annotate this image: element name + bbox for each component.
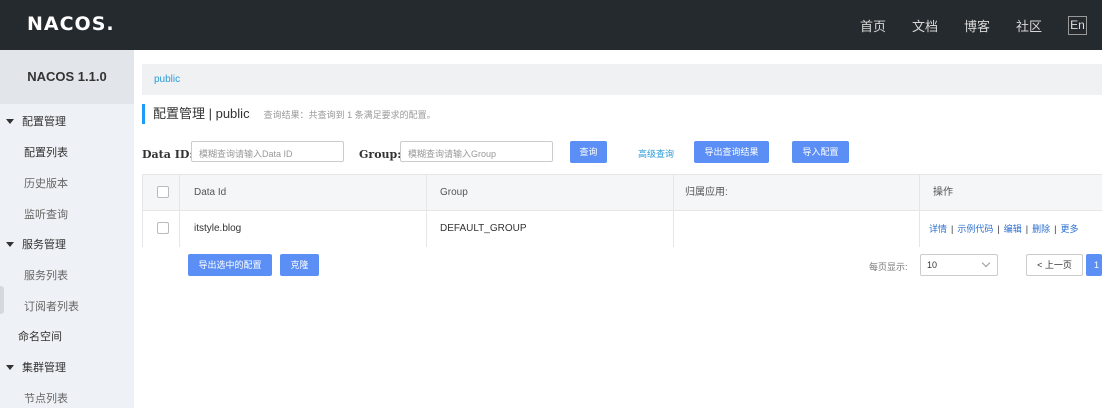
sidebar-collapse-handle[interactable] (0, 286, 4, 314)
op-detail-link[interactable]: 详情 (929, 224, 947, 234)
sidebar-item-listener-query[interactable]: 监听查询 (24, 206, 68, 222)
column-divider (426, 175, 427, 247)
prev-page-button[interactable]: < 上一页 (1026, 254, 1083, 276)
column-header-operations: 操作 (933, 187, 953, 198)
op-edit-link[interactable]: 编辑 (1004, 224, 1022, 234)
query-button[interactable]: 查询 (570, 141, 607, 163)
main-content: public 配置管理 | public 查询结果：共查询到 1 条满足要求的配置… (134, 50, 1102, 408)
advanced-query-link[interactable]: 高级查询 (638, 147, 674, 160)
sidebar-item-subscriber-list[interactable]: 订阅者列表 (24, 298, 79, 314)
sidebar-group-config[interactable]: 配置管理 (0, 113, 134, 129)
sidebar-item-node-list[interactable]: 节点列表 (24, 390, 68, 406)
row-operations: 详情 | 示例代码 | 编辑 | 删除 | 更多 (929, 224, 1079, 234)
query-result-hint: 查询结果：共查询到 1 条满足要求的配置。 (263, 110, 436, 120)
export-selected-button[interactable]: 导出选中的配置 (188, 254, 272, 276)
data-id-search-input[interactable]: 模糊查询请输入Data ID (191, 141, 344, 162)
page-title: 配置管理 | public (153, 106, 250, 121)
sidebar-group-service[interactable]: 服务管理 (0, 236, 134, 252)
op-delete-link[interactable]: 删除 (1032, 224, 1050, 234)
sidebar-item-history[interactable]: 历史版本 (24, 175, 68, 191)
column-header-data-id: Data Id (194, 187, 227, 198)
clone-button[interactable]: 克隆 (280, 254, 319, 276)
cell-group: DEFAULT_GROUP (440, 223, 527, 234)
sidebar: NACOS 1.1.0 配置管理 配置列表 历史版本 监听查询 服务管理 服务列… (0, 50, 134, 408)
column-divider (179, 175, 180, 247)
sidebar-version-title: NACOS 1.1.0 (0, 50, 134, 104)
caret-down-icon (6, 242, 14, 248)
nav-home[interactable]: 首页 (860, 16, 886, 35)
sidebar-group-cluster[interactable]: 集群管理 (0, 359, 134, 375)
import-config-button[interactable]: 导入配置 (792, 141, 849, 163)
sidebar-item-namespace[interactable]: 命名空间 (18, 328, 62, 344)
column-divider (673, 175, 674, 247)
select-all-checkbox[interactable] (157, 186, 169, 198)
page-size-label: 每页显示: (869, 262, 908, 272)
export-results-button[interactable]: 导出查询结果 (694, 141, 769, 163)
row-checkbox[interactable] (157, 222, 169, 234)
namespace-link-public[interactable]: public (154, 74, 180, 85)
sidebar-item-config-list[interactable]: 配置列表 (24, 144, 68, 160)
namespace-bar: public (142, 64, 1102, 95)
table-header: Data Id Group 归属应用: 操作 (143, 175, 1102, 211)
chevron-down-icon (981, 258, 991, 268)
table-row: itstyle.blog DEFAULT_GROUP 详情 | 示例代码 | 编辑 | 删除… (143, 211, 1102, 247)
caret-down-icon (6, 119, 14, 125)
config-table: Data Id Group 归属应用: 操作 itstyle.blog DEFA… (142, 174, 1102, 247)
op-sample-code-link[interactable]: 示例代码 (957, 224, 993, 234)
column-divider (919, 175, 920, 247)
nav-community[interactable]: 社区 (1016, 16, 1042, 35)
page-size-select[interactable]: 10 (920, 254, 998, 276)
page-number-button[interactable]: 1 (1086, 254, 1102, 276)
page-header: 配置管理 | public 查询结果：共查询到 1 条满足要求的配置。 (142, 104, 436, 124)
nav-blog[interactable]: 博客 (964, 16, 990, 35)
group-label: Group: (359, 148, 402, 161)
top-navbar: NACOS. 首页 文档 博客 社区 En (0, 0, 1102, 50)
sidebar-item-service-list[interactable]: 服务列表 (24, 267, 68, 283)
page-size-value: 10 (927, 260, 938, 270)
column-header-app: 归属应用: (685, 187, 728, 198)
sidebar-group-label: 配置管理 (22, 116, 66, 128)
op-more-link[interactable]: 更多 (1060, 224, 1078, 234)
nav-docs[interactable]: 文档 (912, 16, 938, 35)
data-id-label: Data ID: (142, 148, 194, 161)
cell-data-id: itstyle.blog (194, 223, 242, 234)
column-header-group: Group (440, 187, 468, 198)
language-toggle-button[interactable]: En (1068, 15, 1087, 35)
nacos-logo[interactable]: NACOS. (27, 13, 115, 35)
sidebar-group-label: 集群管理 (22, 362, 66, 374)
top-nav: 首页 文档 博客 社区 En (860, 0, 1102, 50)
group-search-input[interactable]: 模糊查询请输入Group (400, 141, 553, 162)
caret-down-icon (6, 365, 14, 371)
sidebar-group-label: 服务管理 (22, 239, 66, 251)
